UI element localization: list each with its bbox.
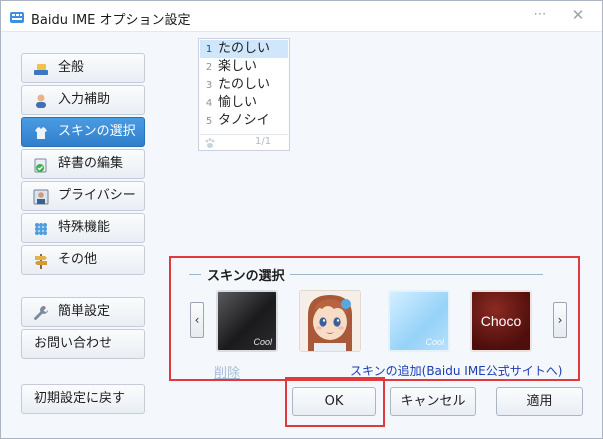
candidate-item: 3 たのしい <box>200 76 288 94</box>
baidu-ime-app-icon <box>10 12 24 23</box>
sidebar-item-label: 全般 <box>58 60 85 75</box>
ok-button[interactable]: OK <box>292 387 376 416</box>
sidebar-item-label: スキンの選択 <box>58 124 136 139</box>
options-window: Baidu IME オプション設定 ⋯ ✕ 全般 入力補助 スキンの選択 辞書の… <box>0 0 603 439</box>
sidebar-item-label: 特殊機能 <box>58 220 111 235</box>
candidate-number: 1 <box>205 44 213 55</box>
candidate-text: タノシイ <box>218 113 270 128</box>
dictionary-icon <box>34 158 47 173</box>
sidebar-item-general[interactable]: 全般 <box>21 53 145 83</box>
skin-section-highlight <box>169 256 580 381</box>
sidebar-item-label: プライバシー <box>58 188 136 203</box>
general-icon <box>34 64 48 75</box>
special-icon <box>35 223 47 235</box>
sidebar-item-skin-select[interactable]: スキンの選択 <box>21 117 145 147</box>
candidate-item: 2 楽しい <box>200 58 288 76</box>
reset-defaults-button[interactable]: 初期設定に戻す <box>21 384 145 414</box>
window-title: Baidu IME オプション設定 <box>31 13 191 28</box>
simple-setting-button[interactable]: 簡単設定 <box>21 297 145 327</box>
sidebar-item-input-assist[interactable]: 入力補助 <box>21 85 145 115</box>
sidebar-item-special-features[interactable]: 特殊機能 <box>21 213 145 243</box>
title-bar: Baidu IME オプション設定 ⋯ ✕ <box>1 1 602 32</box>
signpost-icon <box>35 254 47 269</box>
candidate-footer: 1/1 <box>200 134 288 150</box>
skin-icon <box>35 127 47 139</box>
sidebar-item-other[interactable]: その他 <box>21 245 145 275</box>
privacy-icon <box>33 189 49 205</box>
reset-defaults-label: 初期設定に戻す <box>34 391 126 406</box>
apply-button[interactable]: 適用 <box>496 387 583 416</box>
candidate-number: 3 <box>205 80 213 91</box>
sidebar-item-label: 入力補助 <box>58 92 111 107</box>
candidate-text: たのしい <box>218 77 271 92</box>
contact-label: お問い合わせ <box>34 336 113 351</box>
candidate-preview: 1 たのしい 2 楽しい 3 たのしい 4 愉しい 5 タノシイ 1/1 <box>198 38 290 151</box>
candidate-item: 4 愉しい <box>200 94 288 112</box>
cancel-button[interactable]: キャンセル <box>390 387 476 416</box>
sidebar-item-dictionary[interactable]: 辞書の編集 <box>21 149 145 179</box>
sidebar-item-privacy[interactable]: プライバシー <box>21 181 145 211</box>
sidebar-item-label: その他 <box>58 252 98 267</box>
candidate-item: 1 たのしい <box>200 40 288 58</box>
candidate-text: 愉しい <box>218 95 258 110</box>
candidate-item: 5 タノシイ <box>200 112 288 130</box>
candidate-number: 5 <box>205 116 213 127</box>
paw-icon <box>205 138 215 148</box>
candidate-number: 2 <box>205 62 213 73</box>
candidate-text: たのしい <box>218 41 271 56</box>
contact-button[interactable]: お問い合わせ <box>21 329 145 359</box>
candidate-text: 楽しい <box>218 59 258 74</box>
user-icon <box>36 94 46 108</box>
close-icon[interactable]: ✕ <box>565 5 591 27</box>
wrench-icon <box>34 306 48 320</box>
simple-setting-label: 簡単設定 <box>58 304 111 319</box>
sidebar-item-label: 辞書の編集 <box>58 156 124 171</box>
candidate-number: 4 <box>205 98 213 109</box>
more-options-icon[interactable]: ⋯ <box>527 5 553 27</box>
candidate-page-indicator: 1/1 <box>255 136 272 147</box>
